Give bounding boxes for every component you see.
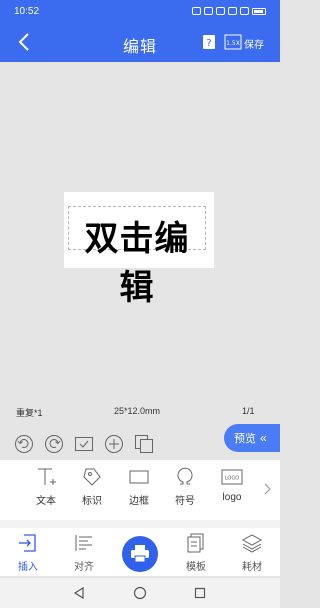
tab-consumables[interactable]: 耗材 xyxy=(232,532,272,573)
insert-tag-label: 标识 xyxy=(82,496,102,507)
editor-canvas[interactable]: 双击编辑 重复*1 25*12.0mm 1/1 xyxy=(0,62,280,460)
system-nav-bar xyxy=(0,578,280,608)
tab-template-label: 模板 xyxy=(186,562,206,573)
copy-icon[interactable] xyxy=(134,434,154,454)
insert-symbol-label: 符号 xyxy=(175,496,195,507)
panel-separator xyxy=(0,520,280,528)
app-header: 编辑 ? 1.5X 保存 xyxy=(0,22,280,62)
printer-icon xyxy=(131,545,149,563)
tab-insert-label: 插入 xyxy=(18,562,38,573)
preview-label: 预览 xyxy=(234,433,256,445)
tab-align[interactable]: 对齐 xyxy=(64,532,104,573)
preview-button[interactable]: 预览 « xyxy=(224,424,280,452)
omega-icon xyxy=(177,467,193,485)
repeat-count[interactable]: 重复*1 xyxy=(16,406,43,419)
help-doc-icon[interactable]: ? xyxy=(202,34,216,50)
redo-icon[interactable] xyxy=(44,434,64,454)
notification-icon xyxy=(192,7,201,15)
label-preview[interactable]: 双击编辑 xyxy=(64,192,214,307)
template-icon xyxy=(187,533,204,553)
edit-toolbar xyxy=(14,434,154,454)
tab-template[interactable]: 模板 xyxy=(176,532,216,573)
status-time: 10:52 xyxy=(14,5,40,17)
insert-text-item[interactable]: 文本 xyxy=(26,466,66,507)
nfc-icon xyxy=(216,7,225,15)
insert-border-label: 边框 xyxy=(129,496,149,507)
text-element-box[interactable]: 双击编辑 xyxy=(68,206,206,307)
scale-icon[interactable]: 1.5X xyxy=(224,34,242,50)
save-button[interactable]: 保存 xyxy=(244,36,264,51)
layers-icon xyxy=(241,534,263,553)
insert-text-label: 文本 xyxy=(36,496,56,507)
tab-consumables-label: 耗材 xyxy=(242,562,262,573)
align-icon xyxy=(75,535,92,551)
multi-select-icon[interactable] xyxy=(74,434,94,454)
tab-align-label: 对齐 xyxy=(74,562,94,573)
double-chevron-left-icon: « xyxy=(260,431,267,445)
nav-back-icon[interactable] xyxy=(72,586,86,600)
battery-icon xyxy=(252,7,266,15)
insert-panel: 文本 标识 边框 符号 LOGO logo xyxy=(0,460,280,520)
nav-recents-icon[interactable] xyxy=(193,586,207,600)
text-icon xyxy=(38,468,56,485)
page-indicator: 1/1 xyxy=(242,406,255,416)
insert-logo-item[interactable]: LOGO logo xyxy=(212,466,252,503)
tab-insert[interactable]: 插入 xyxy=(8,532,48,573)
signal-icon xyxy=(240,7,249,15)
status-bar: 10:52 xyxy=(0,0,280,22)
label-text[interactable]: 双击编辑 xyxy=(69,211,205,309)
nav-home-icon[interactable] xyxy=(133,586,147,600)
tag-icon xyxy=(83,468,101,486)
border-icon xyxy=(129,470,149,484)
wifi-icon xyxy=(228,7,237,15)
insert-logo-label: logo xyxy=(222,492,242,503)
logo-icon: LOGO xyxy=(221,469,243,485)
zoom-in-icon[interactable] xyxy=(104,434,124,454)
app-icon xyxy=(204,7,213,15)
label-size: 25*12.0mm xyxy=(114,406,161,416)
scale-badge-text: 1.5X xyxy=(226,40,240,47)
chevron-right-icon[interactable] xyxy=(262,482,272,496)
status-icons xyxy=(192,7,266,15)
undo-icon[interactable] xyxy=(14,434,34,454)
print-button[interactable] xyxy=(122,536,158,572)
insert-border-item[interactable]: 边框 xyxy=(119,466,159,507)
logo-badge-text: LOGO xyxy=(225,476,239,482)
insert-icon xyxy=(19,534,36,552)
insert-tag-item[interactable]: 标识 xyxy=(72,466,112,507)
insert-symbol-item[interactable]: 符号 xyxy=(165,466,205,507)
svg-text:?: ? xyxy=(206,38,211,49)
